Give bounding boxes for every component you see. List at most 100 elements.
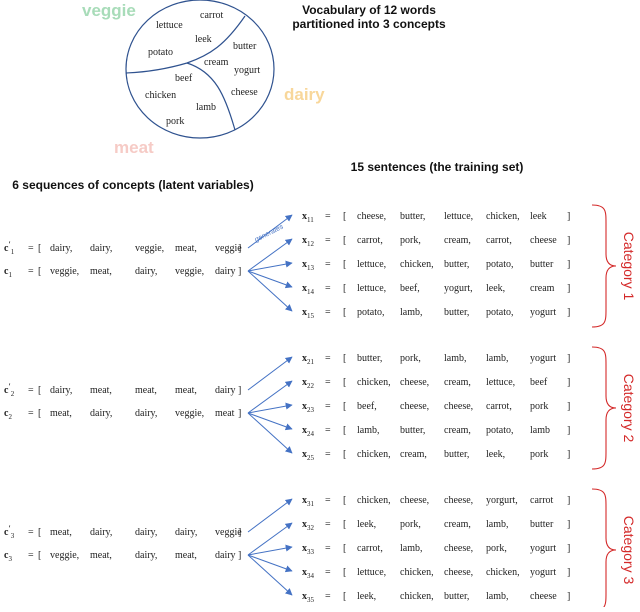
category-brace	[591, 488, 617, 612]
sentence-word: leek,	[486, 283, 505, 294]
close-bracket: ]	[567, 519, 570, 530]
equals-sign: =	[28, 385, 34, 396]
sentence-word: butter,	[400, 425, 425, 436]
latent-concept-value: meat,	[175, 385, 197, 396]
sentence-row: x33 = [carrot, lamb, cheese, pork, yogurt]	[302, 543, 570, 556]
vocab-word: yogurt	[234, 65, 260, 76]
sentence-word: yogurt,	[444, 283, 473, 294]
category-group: c′2 = [dairy, meat, meat, meat, dairy] c2 = [meat…	[4, 346, 637, 470]
open-bracket: [	[343, 353, 346, 364]
latent-concept-value: dairy	[215, 385, 236, 396]
open-bracket: [	[38, 385, 41, 396]
equals-sign: =	[325, 449, 331, 460]
arrow	[247, 498, 293, 533]
sentences-title: 15 sentences (the training set)	[351, 160, 524, 174]
arrow	[247, 270, 293, 312]
sentence-row: x24 = [lamb, butter, cream, potato, lamb]	[302, 425, 570, 438]
latent-sequence-row: c′2 = [dairy, meat, meat, meat, dairy]	[4, 382, 241, 398]
vocab-word: leek	[195, 34, 212, 45]
sentence-variable-label: x31	[302, 495, 315, 508]
sentence-word: butter	[530, 519, 554, 530]
latent-concept-value: dairy,	[90, 408, 112, 419]
sentence-word: yogurt	[530, 353, 556, 364]
sentence-word: yogurt	[530, 307, 556, 318]
close-bracket: ]	[567, 449, 570, 460]
groups: c′1 =[dairy, dairy, veggie, meat, veggie]c1 =[…	[4, 204, 637, 612]
arrow	[247, 544, 293, 556]
category-group: c′1 =[dairy, dairy, veggie, meat, veggie]c1 =[…	[4, 204, 637, 328]
equals-sign: =	[28, 266, 34, 277]
sentence-row: x34 = [lettuce, chicken, cheese, chicken, yogu…	[302, 567, 570, 580]
sentence-word: beef	[530, 377, 548, 388]
sentence-word: carrot,	[486, 235, 512, 246]
vocab-word: cream	[204, 57, 229, 68]
sentence-word: cream,	[444, 425, 471, 436]
vocab-word: cheese	[231, 87, 258, 98]
generates-label: generates	[254, 223, 285, 244]
arrow	[247, 554, 293, 573]
open-bracket: [	[343, 567, 346, 578]
sentence-word: pork	[530, 401, 548, 412]
equals-sign: =	[325, 377, 331, 388]
category-brace	[591, 346, 617, 470]
category-label: Category 2	[621, 374, 637, 443]
latent-concept-value: veggie,	[50, 550, 79, 561]
latent-variable-label: c′1	[4, 240, 15, 256]
latent-concept-value: dairy,	[175, 527, 197, 538]
sentence-variable-label: x14	[302, 283, 315, 296]
sentence-row: x25 = [chicken, cream, butter, leek, pork]	[302, 449, 570, 462]
open-bracket: [	[343, 259, 346, 270]
sentence-word: chicken,	[486, 567, 520, 578]
equals-sign: =	[325, 307, 331, 318]
sentence-word: leek,	[486, 449, 505, 460]
latent-concept-value: dairy,	[135, 550, 157, 561]
vocab-word: potato	[148, 47, 173, 58]
latent-sequence-row: c1 = [veggie, meat, dairy, veggie, dairy]	[4, 266, 241, 279]
latent-concept-value: dairy	[215, 266, 236, 277]
vocab-word: chicken	[145, 90, 176, 101]
latent-variable-label: c3	[4, 550, 12, 563]
generation-arrows: generates	[247, 214, 293, 312]
sentence-word: lamb,	[400, 543, 423, 554]
equals-sign: =	[325, 425, 331, 436]
latent-concept-value: veggie,	[135, 243, 164, 254]
category-label: Category 3	[621, 516, 637, 585]
close-bracket: ]	[567, 495, 570, 506]
vocabulary-title-line1: Vocabulary of 12 words	[302, 3, 436, 17]
open-bracket: [	[343, 283, 346, 294]
open-bracket: [	[343, 519, 346, 530]
latent-concept-value: meat,	[175, 550, 197, 561]
close-bracket: ]	[238, 243, 241, 254]
latent-concept-value: dairy,	[135, 408, 157, 419]
sentence-variable-label: x23	[302, 401, 315, 414]
sentence-variable-label: x34	[302, 567, 315, 580]
sentence-word: butter,	[444, 591, 469, 602]
open-bracket: [	[343, 449, 346, 460]
arrow	[247, 380, 293, 414]
latent-variable-label: c2	[4, 408, 12, 421]
vocabulary-title-line2: partitioned into 3 concepts	[292, 17, 446, 31]
latent-concept-value: dairy,	[135, 527, 157, 538]
vocab-word: lamb	[196, 102, 216, 113]
sentence-variable-label: x35	[302, 591, 315, 604]
sentence-word: cheese,	[444, 543, 473, 554]
sentence-word: pork,	[400, 519, 421, 530]
arrow	[247, 402, 293, 414]
sentence-word: cheese,	[400, 377, 429, 388]
arrow	[247, 412, 293, 431]
sentence-word: lettuce,	[486, 377, 515, 388]
close-bracket: ]	[567, 353, 570, 364]
sentence-word: lamb,	[486, 591, 509, 602]
sentence-word: cheese,	[444, 401, 473, 412]
latent-sequence-row: c′3 =[meat, dairy, dairy, dairy, veggie]	[4, 524, 242, 540]
generation-arrows	[247, 498, 293, 596]
sentence-word: lettuce,	[357, 259, 386, 270]
latent-concept-value: veggie,	[175, 266, 204, 277]
sentence-word: carrot,	[486, 401, 512, 412]
arrow	[247, 238, 293, 272]
close-bracket: ]	[567, 235, 570, 246]
equals-sign: =	[325, 353, 331, 364]
close-bracket: ]	[567, 425, 570, 436]
sentence-word: butter,	[400, 211, 425, 222]
latent-concept-value: dairy,	[135, 266, 157, 277]
